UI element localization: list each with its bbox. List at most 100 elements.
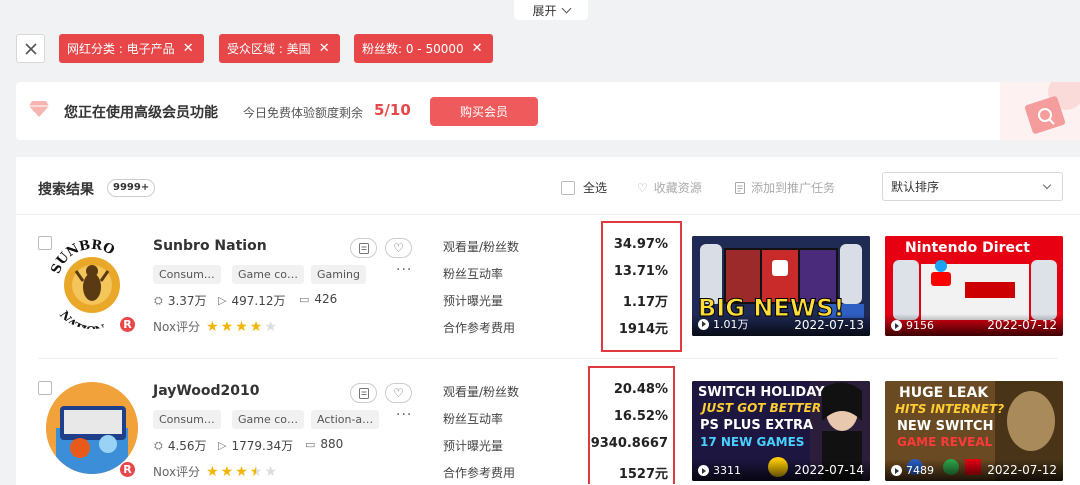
thumbnail-caption: HUGE LEAK (899, 385, 989, 401)
play-icon (698, 465, 709, 476)
metric-label: 观看量/粉丝数 (443, 385, 520, 399)
channel-name[interactable]: JayWood2010 (153, 383, 260, 399)
favorite-button[interactable]: ♡ 收藏资源 (637, 179, 702, 196)
videos-value: 426 (314, 292, 338, 306)
filter-chip-category[interactable]: 网红分类 : 电子产品 ✕ (59, 34, 204, 63)
metric-label: 粉丝互动率 (443, 267, 504, 281)
thumbnail-views-value: 9156 (906, 319, 934, 332)
followers-value: 3.37万 (167, 294, 207, 308)
video-thumbnail[interactable]: Nintendo Direct 9156 2022-07-12 (885, 236, 1063, 336)
close-icon[interactable]: ✕ (319, 42, 330, 55)
thumbnail-date: 2022-07-12 (987, 318, 1057, 332)
thumbnail-caption: HITS INTERNET? (895, 402, 1005, 416)
thumbnail-views: 7489 (891, 464, 934, 477)
copy-button[interactable] (350, 383, 377, 403)
star-icon: ★ (206, 318, 219, 335)
views-stat: ▷ 497.12万 (218, 292, 285, 309)
tag: Game co… (232, 265, 305, 284)
nox-rating: Nox评分 ★ ★ ★ ★ ★ (153, 463, 277, 480)
expand-label: 展开 (532, 3, 557, 18)
thumbnail-views: 3311 (698, 464, 741, 477)
thumbnail-caption: SWITCH HOLIDAY (698, 385, 825, 400)
thumbnail-views-value: 3311 (713, 464, 741, 477)
highlight-box (588, 366, 675, 484)
clear-filters-button[interactable] (16, 34, 45, 63)
filter-chip-followers[interactable]: 粉丝数: 0 - 50000 ✕ (354, 34, 493, 63)
followers-icon: ⛭ (154, 293, 163, 307)
tag: Consum… (153, 265, 221, 284)
more-tags-button[interactable]: ··· (396, 407, 412, 423)
metric-label: 预计曝光量 (443, 294, 504, 308)
heart-icon: ♡ (393, 386, 404, 400)
tag: Action-a… (311, 410, 380, 429)
star-icon: ★ (206, 463, 219, 480)
views-stat: ▷ 1779.34万 (218, 437, 293, 454)
result-row: SUNBRO NATION R Sunbro Nation ♡ Consum… … (16, 214, 1080, 358)
avatar[interactable] (46, 382, 138, 474)
gift-decoration-icon (1000, 82, 1080, 140)
star-icon: ★ (235, 318, 248, 335)
buy-membership-button[interactable]: 购买会员 (430, 97, 538, 126)
video-thumbnail[interactable]: SWITCH HOLIDAY JUST GOT BETTER PS PLUS E… (692, 381, 870, 481)
play-icon (891, 465, 902, 476)
play-circle-icon: ▷ (218, 439, 227, 452)
thumbnail-views-value: 7489 (906, 464, 934, 477)
play-icon (891, 320, 902, 331)
expand-toggle[interactable]: 展开 (514, 0, 588, 20)
row-checkbox[interactable] (38, 236, 52, 250)
metric-label: 粉丝互动率 (443, 412, 504, 426)
star-rating: ★ ★ ★ ★ ★ (206, 465, 277, 479)
registered-badge: R (119, 316, 136, 333)
favorite-heart-button[interactable]: ♡ (385, 383, 412, 403)
star-icon: ★ (249, 463, 263, 480)
thumbnail-date: 2022-07-13 (794, 318, 864, 332)
star-icon: ★ (220, 318, 234, 335)
member-banner: 您正在使用高级会员功能 今日免费体验额度剩余 5/10 购买会员 (16, 82, 1080, 140)
favorite-heart-button[interactable]: ♡ (385, 238, 412, 258)
results-title: 搜索结果 (38, 182, 94, 198)
followers-icon: ⛭ (154, 438, 163, 452)
checkbox-box[interactable] (561, 180, 575, 195)
play-icon (698, 318, 709, 330)
more-tags-button[interactable]: ··· (396, 262, 412, 278)
document-icon (358, 242, 369, 254)
avatar[interactable]: SUNBRO NATION (46, 237, 138, 329)
heart-icon: ♡ (637, 180, 648, 195)
nox-rating: Nox评分 ★ ★ ★ ★ ★ (153, 318, 277, 335)
close-icon[interactable]: ✕ (183, 42, 194, 55)
document-icon (735, 181, 745, 194)
filter-chip-region[interactable]: 受众区域 : 美国 ✕ (219, 34, 340, 63)
views-value: 1779.34万 (231, 439, 294, 453)
thumbnail-caption: NEW SWITCH (897, 419, 994, 434)
row-checkbox[interactable] (38, 381, 52, 395)
quota-label: 今日免费体验额度剩余 (243, 106, 364, 120)
rating-label: Nox评分 (153, 465, 201, 479)
close-icon (24, 42, 37, 55)
followers-value: 4.56万 (167, 439, 207, 453)
thumbnail-caption: Nintendo Direct (905, 240, 1030, 256)
filter-chip-label: 网红分类 : 电子产品 (67, 42, 175, 56)
channel-name[interactable]: Sunbro Nation (153, 238, 267, 254)
select-all-label: 全选 (583, 181, 608, 195)
thumbnail-date: 2022-07-12 (987, 463, 1057, 477)
select-all-checkbox[interactable]: 全选 (561, 179, 607, 196)
star-icon: ★ (220, 463, 234, 480)
filter-chip-label: 受众区域 : 美国 (227, 42, 311, 56)
metric-label: 预计曝光量 (443, 439, 504, 453)
video-icon: ▭ (299, 292, 310, 306)
tag: Consum… (153, 410, 221, 429)
video-icon: ▭ (305, 437, 316, 451)
video-thumbnail[interactable]: HUGE LEAK HITS INTERNET? NEW SWITCH GAME… (885, 381, 1063, 481)
metric-label: 合作参考费用 (443, 321, 516, 335)
thumbnail-views: 9156 (891, 319, 934, 332)
favorite-label: 收藏资源 (653, 181, 702, 195)
thumbnail-views-value: 1.01万 (713, 318, 749, 331)
thumbnail-caption: JUST GOT BETTER (702, 401, 822, 415)
close-icon[interactable]: ✕ (472, 42, 483, 55)
sort-select[interactable]: 默认排序 (882, 172, 1063, 201)
add-task-button[interactable]: 添加到推广任务 (735, 179, 835, 196)
copy-button[interactable] (350, 238, 377, 258)
sort-value: 默认排序 (891, 180, 940, 194)
video-thumbnail[interactable]: BIG NEWS! 1.01万 2022-07-13 (692, 236, 870, 336)
metric-label: 合作参考费用 (443, 466, 516, 480)
